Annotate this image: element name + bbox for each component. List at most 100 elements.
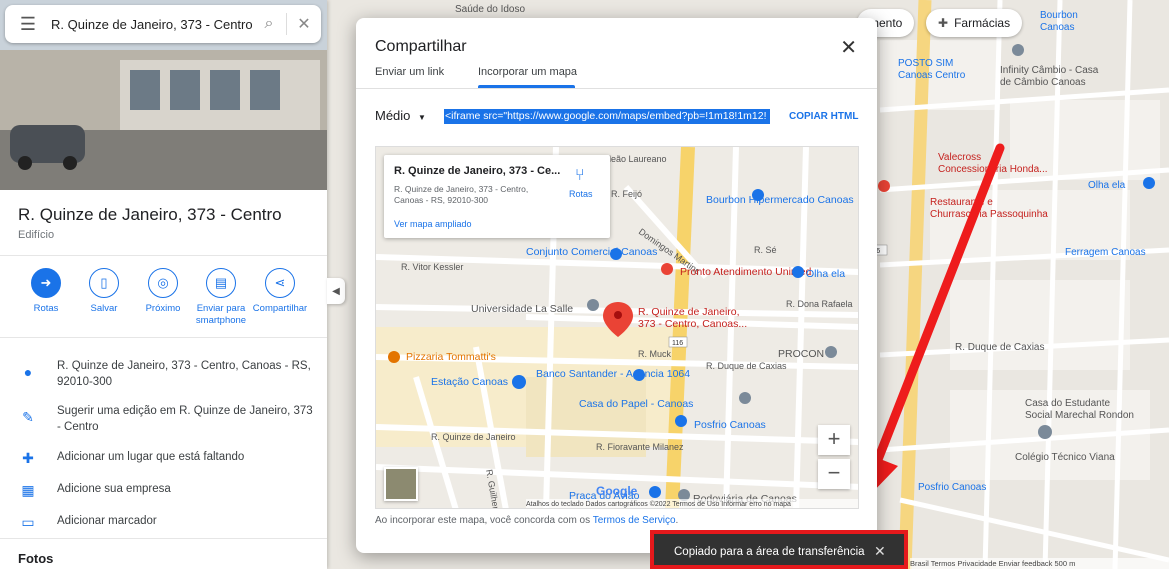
location-pin-icon: ●	[23, 364, 33, 380]
terms-suffix: .	[675, 515, 679, 526]
suggest-edit-row[interactable]: Sugerir uma edição em R. Quinze de Janei…	[57, 403, 317, 435]
terms-link[interactable]: Termos de Serviço	[593, 515, 676, 526]
svg-text:Canoas Centro: Canoas Centro	[898, 70, 966, 81]
directions-button[interactable]: ➜ Rotas	[16, 268, 76, 315]
zoom-in-button[interactable]: +	[818, 425, 850, 455]
card-title: R. Quinze de Janeiro, 373 - Ce...	[394, 165, 561, 177]
dialog-title: Compartilhar	[375, 38, 467, 55]
share-button[interactable]: ⋖ Compartilhar	[250, 268, 310, 315]
embed-map-preview[interactable]: 116 R. Napoleão Laureano R. Feijó Doming…	[375, 146, 859, 509]
dropdown-arrow-icon: ▼	[418, 113, 426, 122]
label-icon: ▭	[21, 514, 35, 530]
bg-label-saude-idoso: Saúde do Idoso	[455, 4, 525, 15]
view-larger-map-link[interactable]: Ver mapa ampliado	[394, 219, 472, 229]
action-label: Rotas	[33, 303, 59, 314]
place-info-card: R. Quinze de Janeiro, 373 - Ce... R. Qui…	[384, 155, 610, 238]
send-to-phone-button[interactable]: ▤ Enviar para smartphone	[191, 268, 251, 327]
add-missing-place-row[interactable]: Adicionar um lugar que está faltando	[57, 449, 317, 465]
save-button[interactable]: ▯ Salvar	[74, 268, 134, 315]
dismiss-toast-button[interactable]: ✕	[874, 543, 886, 560]
card-directions-link[interactable]: Rotas	[569, 189, 593, 199]
terms-notice: Ao incorporar este mapa, você concorda c…	[375, 515, 678, 526]
tab-embed-map[interactable]: Incorporar um mapa	[478, 66, 577, 78]
share-dialog: Compartilhar ✕ Enviar um link Incorporar…	[356, 18, 877, 553]
add-label-row[interactable]: Adicionar marcador	[57, 513, 317, 529]
street-label: R. Muck	[638, 349, 672, 359]
chip-label: Farmácias	[954, 16, 1011, 30]
pharmacy-chip[interactable]: ✚ Farmácias	[926, 9, 1023, 37]
place-title: R. Quinze de Janeiro, 373 - Centro	[18, 205, 282, 224]
copied-toast: Copiado para a área de transferência ✕	[650, 530, 908, 569]
add-place-icon: ✚	[22, 450, 34, 466]
collapse-panel-button[interactable]: ◀	[327, 278, 345, 304]
action-label: Próximo	[145, 303, 181, 314]
search-icon[interactable]: ⌕	[252, 15, 286, 33]
svg-text:Social Marechal Rondon: Social Marechal Rondon	[1025, 410, 1134, 421]
terms-prefix: Ao incorporar este mapa, você concorda c…	[375, 515, 593, 526]
close-icon: ✕	[840, 37, 857, 59]
place-type: Edifício	[18, 229, 55, 241]
svg-text:116: 116	[672, 340, 683, 347]
add-business-icon: ▦	[21, 482, 35, 498]
close-icon[interactable]: ✕	[287, 14, 321, 34]
action-label: Salvar	[90, 303, 118, 314]
svg-text:Canoas: Canoas	[1040, 22, 1074, 33]
directions-icon[interactable]: ⑂	[575, 167, 585, 185]
embed-code-field[interactable]: <iframe src="https://www.google.com/maps…	[444, 109, 770, 124]
svg-text:POSTO SIM: POSTO SIM	[898, 58, 953, 69]
street-label: R. Quinze de Janeiro	[431, 432, 516, 442]
place-label: Casa do Papel - Canoas	[579, 398, 693, 410]
svg-text:Casa do Estudante: Casa do Estudante	[1025, 398, 1110, 409]
send-to-phone-icon: ▤	[206, 268, 236, 298]
action-label: Compartilhar	[252, 303, 308, 314]
divider	[356, 88, 877, 89]
street-label: R. Vitor Kessler	[401, 262, 463, 272]
satellite-layer-toggle[interactable]	[384, 467, 418, 501]
place-label: Posfrio Canoas	[694, 419, 766, 431]
tab-send-link[interactable]: Enviar um link	[375, 66, 444, 78]
svg-text:Infinity Câmbio - Casa: Infinity Câmbio - Casa	[1000, 65, 1099, 76]
map-footer[interactable]: Brasil Termos Privacidade Enviar feedbac…	[910, 558, 1169, 569]
pharmacy-icon: ✚	[938, 16, 949, 30]
add-business-row[interactable]: Adicione sua empresa	[57, 481, 317, 497]
photos-heading: Fotos	[18, 551, 54, 566]
share-icon: ⋖	[265, 268, 295, 298]
svg-text:Churrascaria Passoquinha: Churrascaria Passoquinha	[930, 209, 1048, 220]
svg-text:Valecross: Valecross	[938, 152, 981, 163]
zoom-out-button[interactable]: −	[818, 459, 850, 489]
pencil-icon: ✎	[22, 409, 34, 425]
address-row[interactable]: R. Quinze de Janeiro, 373 - Centro, Cano…	[57, 358, 317, 390]
street-label: R. Dona Rafaela	[786, 299, 853, 309]
pin-label-line2: 373 - Centro, Canoas...	[638, 318, 747, 330]
place-label: Bourbon Hipermercado Canoas	[706, 194, 854, 206]
street-label: R. Fioravante Milanez	[596, 442, 684, 452]
place-label: Banco Santander - Agência 1064	[536, 368, 690, 380]
size-select-value: Médio	[375, 108, 411, 123]
svg-text:Posfrio Canoas: Posfrio Canoas	[918, 482, 986, 493]
divider	[0, 255, 327, 256]
close-dialog-button[interactable]: ✕	[840, 35, 857, 60]
menu-icon[interactable]: ☰	[5, 14, 51, 35]
google-logo: Google	[596, 484, 638, 498]
divider	[0, 538, 327, 539]
svg-text:Ferragem Canoas: Ferragem Canoas	[1065, 247, 1146, 258]
search-input[interactable]: R. Quinze de Janeiro, 373 - Centro	[51, 17, 252, 32]
place-label: Universidade La Salle	[471, 303, 573, 315]
directions-icon: ➜	[31, 268, 61, 298]
place-label: Olha ela	[806, 268, 845, 280]
place-panel: ☰ R. Quinze de Janeiro, 373 - Centro ⌕ ✕…	[0, 0, 327, 569]
map-attribution[interactable]: Atalhos do teclado Dados cartográficos ©…	[526, 499, 858, 508]
pin-label-line1: R. Quinze de Janeiro,	[638, 306, 740, 318]
copy-html-button[interactable]: COPIAR HTML	[789, 111, 858, 122]
map-size-select[interactable]: Médio ▼	[375, 108, 426, 123]
card-address: R. Quinze de Janeiro, 373 - Centro, Cano…	[394, 184, 529, 205]
nearby-button[interactable]: ◎ Próximo	[133, 268, 193, 315]
action-label: Enviar para smartphone	[195, 303, 247, 326]
svg-text:Colégio Técnico Viana: Colégio Técnico Viana	[1015, 452, 1115, 463]
place-label: PROCON	[778, 348, 824, 360]
divider	[0, 337, 327, 338]
place-label: Pronto Atendimento Unimed	[680, 266, 811, 278]
place-label: Pizzaria Tommatti's	[406, 351, 496, 363]
search-box[interactable]: ☰ R. Quinze de Janeiro, 373 - Centro ⌕ ✕	[5, 5, 321, 43]
chevron-left-icon: ◀	[332, 285, 340, 297]
